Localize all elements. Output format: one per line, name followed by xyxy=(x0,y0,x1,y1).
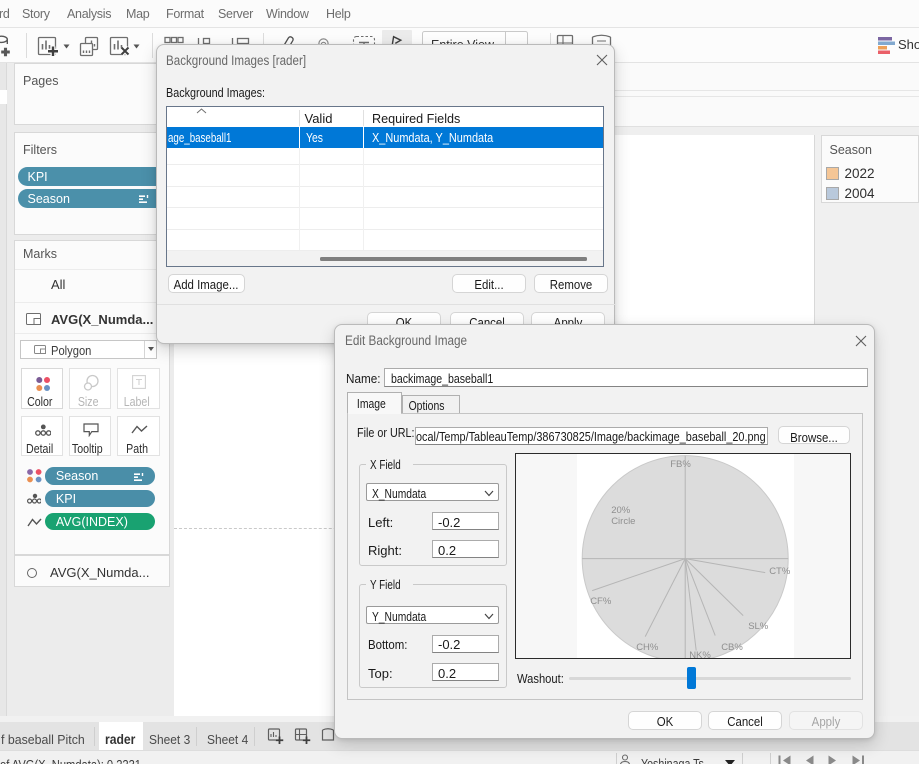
svg-text:Show Me: Show Me xyxy=(898,37,919,52)
svg-text:CB%: CB% xyxy=(721,642,743,653)
svg-text:CH%: CH% xyxy=(636,642,659,653)
svg-text:20%: 20% xyxy=(611,505,631,516)
svg-text:FB%: FB% xyxy=(670,459,691,470)
svg-text:SL%: SL% xyxy=(748,621,769,632)
svg-text:CF%: CF% xyxy=(590,596,612,607)
svg-text:NK%: NK% xyxy=(689,650,711,658)
svg-text:CT%: CT% xyxy=(769,566,791,577)
svg-text:Circle: Circle xyxy=(611,516,635,527)
